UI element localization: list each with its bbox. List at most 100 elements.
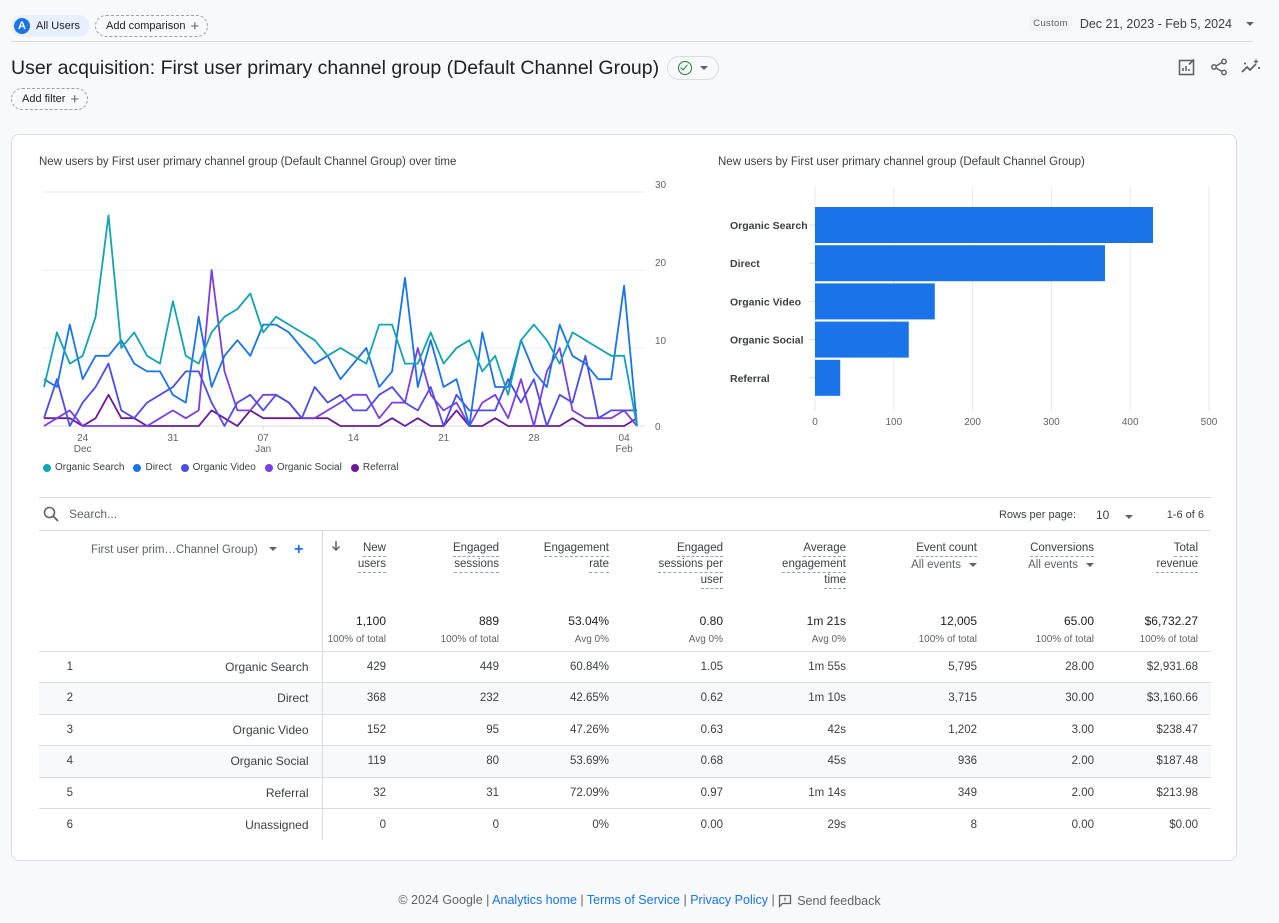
metric-cell: $2,931.68: [1107, 651, 1211, 683]
metric-cell: 8: [859, 808, 990, 840]
series-line-direct[interactable]: [43, 276, 638, 427]
segment-label: All Users: [36, 20, 81, 32]
total-cell: 65.00 100% of total: [990, 613, 1107, 652]
row-index: 2: [39, 682, 86, 715]
metric-cell: $213.98: [1107, 777, 1211, 809]
column-header-engaged-sessions[interactable]: Engaged sessions: [399, 531, 512, 613]
metric-cell: 30.00: [990, 682, 1107, 715]
row-index: 3: [39, 714, 86, 746]
metric-cell: 0.63: [622, 714, 736, 746]
event-filter-dropdown[interactable]: All events: [911, 559, 977, 571]
bar-direct[interactable]: [815, 245, 1105, 282]
add-filter-label: Add filter: [22, 93, 66, 105]
series-line-organic-video[interactable]: [43, 354, 637, 427]
table-row[interactable]: 3 Organic Video 152 95 47.26% 0.63 42s 1,202 3.0…: [39, 714, 1211, 746]
report-status-dropdown[interactable]: [667, 56, 720, 80]
channel-name: Organic Search: [86, 651, 323, 683]
terms-of-service-link[interactable]: Terms of Service: [587, 893, 680, 907]
table-search-input[interactable]: [67, 506, 367, 522]
metrics-table: First user prim…Channel Group) + New user…: [39, 531, 1211, 840]
date-preset-badge: Custom: [1029, 16, 1072, 31]
legend-label: Direct: [145, 462, 172, 473]
metric-cell: 0.62: [622, 682, 736, 715]
total-subtext: 100% of total: [918, 634, 977, 645]
metric-cell: 1m 14s: [736, 777, 859, 809]
event-filter-label: All events: [911, 559, 961, 571]
x-tick-label: 200: [964, 417, 981, 428]
table-row[interactable]: 5 Referral 32 31 72.09% 0.97 1m 14s 349 2.00 $213…: [39, 777, 1211, 809]
column-header-text: Engaged: [452, 541, 499, 557]
category-label: Referral: [730, 373, 770, 385]
column-header-engagement-rate[interactable]: Engagement rate: [512, 531, 622, 613]
bar-organic-social[interactable]: [815, 321, 909, 358]
date-range-picker[interactable]: Custom Dec 21, 2023 - Feb 5, 2024: [1029, 16, 1254, 31]
legend-dot-icon: [264, 463, 273, 472]
line-chart[interactable]: 0 10 20 30 24Dec 31 07Jan 14 21 28 04Feb: [12, 175, 692, 455]
legend-item[interactable]: Direct: [133, 462, 172, 473]
y-tick-label: 10: [655, 336, 667, 347]
column-header-text: sessions per: [658, 557, 723, 573]
add-dimension-icon[interactable]: +: [294, 541, 303, 558]
total-subtext: 100% of total: [327, 634, 386, 645]
legend-item[interactable]: Organic Social: [264, 462, 342, 473]
column-header-total-revenue[interactable]: Total revenue: [1107, 531, 1211, 613]
x-tick-label: 500: [1201, 417, 1218, 428]
table-row[interactable]: 2 Direct 368 232 42.65% 0.62 1m 10s 3,715 30.00 $…: [39, 682, 1211, 715]
total-value: $6,732.27: [1144, 614, 1198, 628]
metric-cell: 1.05: [622, 651, 736, 683]
metric-cell: 2.00: [990, 745, 1107, 778]
total-value: 12,005: [940, 614, 977, 628]
legend-item[interactable]: Organic Video: [180, 462, 256, 473]
add-comparison-button[interactable]: Add comparison +: [95, 15, 209, 37]
add-filter-button[interactable]: Add filter +: [11, 88, 89, 110]
bar-organic-search[interactable]: [815, 207, 1154, 243]
metric-cell: 0.00: [990, 808, 1107, 840]
metric-cell: 0.68: [622, 745, 736, 778]
column-header-engaged-sessions-per-user[interactable]: Engaged sessions per user: [622, 531, 736, 613]
column-header-text: Engagement: [543, 541, 609, 557]
x-tick-label: 400: [1122, 417, 1139, 428]
bar-chart-title: New users by First user primary channel …: [718, 156, 1085, 168]
analytics-home-link[interactable]: Analytics home: [492, 893, 577, 907]
date-range-text: Dec 21, 2023 - Feb 5, 2024: [1079, 16, 1232, 31]
metric-cell: 0%: [512, 808, 622, 840]
table-row[interactable]: 1 Organic Search 429 449 60.84% 1.05 1m 55s 5,7…: [39, 651, 1211, 683]
total-cell: 1m 21s Avg 0%: [736, 613, 859, 652]
table-row[interactable]: 4 Organic Social 119 80 53.69% 0.68 45s 936 2.00…: [39, 745, 1211, 778]
total-cell: 1,100 100% of total: [322, 613, 399, 652]
send-feedback-button[interactable]: Send feedback: [778, 894, 881, 908]
privacy-policy-link[interactable]: Privacy Policy: [690, 893, 768, 907]
column-header-avg-engagement-time[interactable]: Average engagement time: [736, 531, 859, 613]
share-icon[interactable]: [1209, 57, 1229, 77]
x-tick-sublabel: Jan: [255, 444, 271, 455]
sort-descending-icon[interactable]: [331, 540, 341, 555]
event-filter-dropdown[interactable]: All events: [1028, 559, 1094, 571]
insights-icon[interactable]: [1241, 57, 1261, 77]
metric-cell: $187.48: [1107, 745, 1211, 778]
metric-cell: $238.47: [1107, 714, 1211, 746]
channel-name: Unassigned: [86, 808, 323, 840]
legend-item[interactable]: Organic Search: [43, 462, 124, 473]
dimension-header[interactable]: First user prim…Channel Group) +: [39, 531, 323, 613]
customize-report-icon[interactable]: [1177, 57, 1197, 77]
table-header-row: First user prim…Channel Group) + New user…: [39, 531, 1211, 613]
bar-chart[interactable]: 0 100 200 300 400 500 Organic Search Direct Orga…: [702, 175, 1232, 435]
table-row[interactable]: 6 Unassigned 0 0 0% 0.00 29s 8 0.00 $0.00: [39, 808, 1211, 840]
legend-item[interactable]: Referral: [350, 462, 398, 473]
legend-dot-icon: [350, 463, 359, 472]
column-header-text: revenue: [1156, 557, 1198, 573]
column-header-conversions[interactable]: Conversions All events: [990, 531, 1107, 613]
segment-chip-all-users[interactable]: A All Users: [11, 15, 91, 37]
rows-per-page-select[interactable]: 10: [1096, 508, 1133, 522]
legend-dot-icon: [43, 463, 51, 472]
column-header-new-users[interactable]: New users: [322, 531, 399, 613]
chevron-down-icon: [969, 563, 977, 567]
metric-cell: 119: [322, 745, 399, 778]
bar-organic-video[interactable]: [815, 283, 935, 320]
x-tick-label: 300: [1043, 417, 1060, 428]
chevron-down-icon: [700, 66, 709, 70]
bar-referral[interactable]: [815, 359, 841, 396]
column-header-event-count[interactable]: Event count All events: [859, 531, 990, 613]
metric-cell: 429: [322, 651, 399, 683]
search-icon: [43, 506, 59, 522]
